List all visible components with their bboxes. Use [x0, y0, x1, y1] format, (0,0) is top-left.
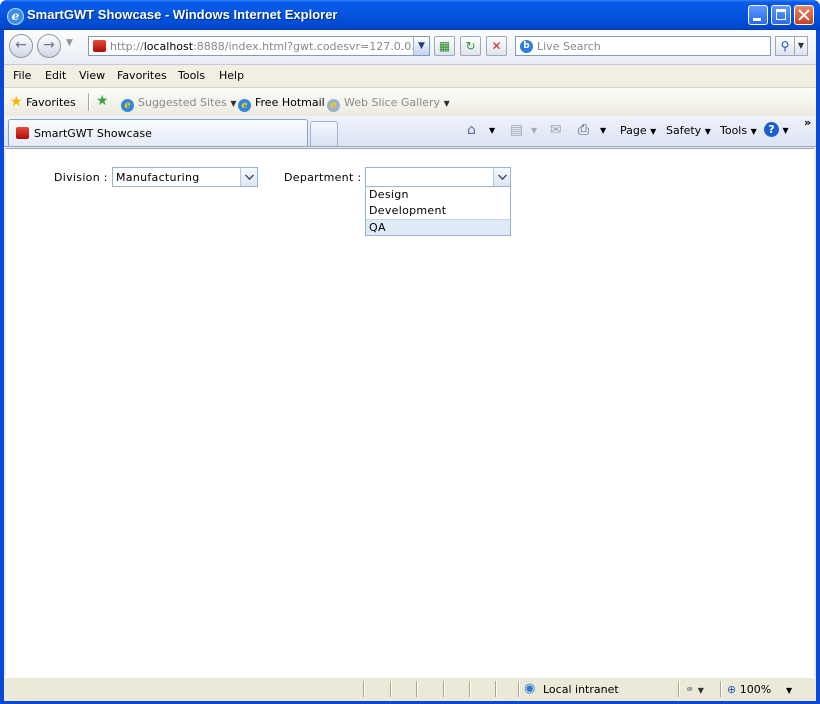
safety-dropdown-icon: ▼: [704, 127, 711, 136]
chevron-down-icon: [245, 171, 254, 180]
add-favorite-icon: ★: [96, 93, 109, 109]
picklist-option-development[interactable]: Development: [366, 203, 510, 219]
help-icon: ?: [764, 122, 779, 137]
tab-row: SmartGWT Showcase ⌂ ▼ ▤ ▼ ✉ ⎙ ▼ Page ▼ S…: [4, 116, 816, 147]
address-dropdown-button[interactable]: ▼: [413, 37, 429, 55]
status-divider: [469, 681, 471, 697]
intranet-globe-icon: ◉: [524, 681, 536, 696]
status-bar: ◉ Local intranet ⚭ ▼ ⊕ 100% ▼: [4, 677, 816, 701]
ie-page-icon: e: [327, 99, 340, 112]
status-divider: [363, 681, 365, 697]
page-dropdown-icon: ▼: [650, 127, 657, 136]
status-divider: [518, 681, 520, 697]
protected-mode-icon[interactable]: ⚭ ▼: [685, 683, 704, 696]
suggested-sites-dropdown-icon: ▼: [230, 99, 237, 108]
department-select[interactable]: [365, 167, 511, 187]
division-value: Manufacturing: [116, 171, 200, 184]
site-favicon-icon: [16, 127, 29, 139]
zoom-dropdown-icon[interactable]: ▼: [786, 686, 792, 695]
department-dropdown-button[interactable]: [493, 168, 510, 186]
menu-favorites[interactable]: Favorites: [117, 69, 167, 82]
ie-page-icon: e: [121, 99, 134, 112]
home-dropdown-icon[interactable]: ▼: [489, 126, 495, 135]
new-tab-button[interactable]: [310, 121, 338, 146]
minimize-button[interactable]: [748, 5, 768, 25]
status-divider: [443, 681, 445, 697]
browser-window: e SmartGWT Showcase - Windows Internet E…: [0, 0, 820, 704]
compatibility-view-icon[interactable]: ▦: [434, 36, 455, 56]
picklist-option-design[interactable]: Design: [366, 187, 510, 203]
division-label: Division :: [54, 171, 108, 184]
favorites-label: Favorites: [26, 96, 76, 109]
zoom-magnifier-icon: ⊕: [727, 683, 737, 696]
tools-menu-button[interactable]: Tools ▼: [720, 124, 757, 137]
menu-help[interactable]: Help: [219, 69, 244, 82]
search-input[interactable]: b Live Search: [515, 36, 771, 56]
menu-view[interactable]: View: [79, 69, 105, 82]
security-zone[interactable]: Local intranet: [543, 683, 619, 696]
tab-smartgwt-showcase[interactable]: SmartGWT Showcase: [8, 119, 308, 146]
free-hotmail-link[interactable]: e Free Hotmail: [238, 96, 325, 112]
page-menu-button[interactable]: Page ▼: [620, 124, 656, 137]
rss-feeds-icon[interactable]: ▤: [510, 122, 523, 138]
status-divider: [416, 681, 418, 697]
title-bar[interactable]: e SmartGWT Showcase - Windows Internet E…: [0, 0, 820, 30]
zoom-level-button[interactable]: ⊕ 100%: [727, 683, 771, 696]
close-window-button[interactable]: [794, 5, 814, 25]
division-select[interactable]: Manufacturing: [112, 167, 258, 187]
search-options-dropdown[interactable]: ▼: [794, 36, 808, 56]
suggested-sites-link[interactable]: e Suggested Sites ▼: [121, 96, 236, 112]
department-label: Department :: [284, 171, 362, 184]
stop-button[interactable]: ✕: [486, 36, 507, 56]
read-mail-icon[interactable]: ✉: [550, 122, 562, 138]
favorites-divider: [88, 93, 90, 111]
department-picklist: Design Development QA: [365, 186, 511, 236]
search-placeholder: Live Search: [537, 40, 601, 53]
menu-edit[interactable]: Edit: [45, 69, 66, 82]
status-divider: [390, 681, 392, 697]
favorites-button[interactable]: ★ Favorites: [10, 94, 76, 110]
more-commands-chevron-icon[interactable]: »: [804, 116, 811, 129]
protected-mode-dropdown-icon: ▼: [697, 686, 704, 695]
browser-frame: ← → ▼ http://localhost:8888/index.html?g…: [4, 30, 816, 701]
site-favicon-icon: [93, 40, 106, 52]
picklist-option-qa[interactable]: QA: [366, 219, 510, 235]
forward-button[interactable]: →: [37, 34, 61, 58]
menu-tools[interactable]: Tools: [178, 69, 205, 82]
tools-dropdown-icon: ▼: [750, 127, 757, 136]
web-slice-gallery-link[interactable]: e Web Slice Gallery ▼: [327, 96, 450, 112]
division-dropdown-button[interactable]: [240, 168, 257, 186]
address-url: http://localhost:8888/index.html?gwt.cod…: [110, 40, 415, 53]
back-button[interactable]: ←: [9, 34, 33, 58]
search-button[interactable]: ⚲: [775, 36, 795, 56]
web-slice-dropdown-icon: ▼: [443, 99, 450, 108]
print-icon[interactable]: ⎙: [578, 122, 589, 138]
menu-bar: File Edit View Favorites Tools Help: [4, 65, 816, 88]
menu-file[interactable]: File: [13, 69, 31, 82]
window-title: SmartGWT Showcase - Windows Internet Exp…: [27, 7, 338, 22]
address-field[interactable]: http://localhost:8888/index.html?gwt.cod…: [88, 36, 430, 56]
status-divider: [495, 681, 497, 697]
address-toolbar: ← → ▼ http://localhost:8888/index.html?g…: [4, 30, 816, 65]
ie-logo-icon: e: [7, 8, 24, 25]
help-button[interactable]: ? ▼: [764, 122, 789, 137]
favorites-star-icon: ★: [10, 94, 23, 110]
ie-page-icon: e: [238, 99, 251, 112]
history-dropdown-icon[interactable]: ▼: [66, 38, 73, 48]
add-to-favorites-bar-button[interactable]: ★: [96, 93, 109, 109]
maximize-button[interactable]: [771, 5, 791, 25]
favorites-bar: ★ Favorites ★ e Suggested Sites ▼ e Free H…: [4, 88, 816, 116]
live-search-logo-icon: b: [520, 40, 533, 53]
tab-label: SmartGWT Showcase: [34, 127, 152, 140]
feeds-dropdown-icon[interactable]: ▼: [531, 126, 537, 135]
help-dropdown-icon: ▼: [782, 126, 789, 135]
status-divider: [678, 681, 680, 697]
safety-menu-button[interactable]: Safety ▼: [666, 124, 711, 137]
page-content: Division : Manufacturing Department : De…: [6, 148, 814, 677]
chevron-down-icon: [498, 171, 507, 180]
status-divider: [720, 681, 722, 697]
print-dropdown-icon[interactable]: ▼: [600, 126, 606, 135]
refresh-button[interactable]: ↻: [460, 36, 481, 56]
home-icon[interactable]: ⌂: [467, 122, 476, 138]
